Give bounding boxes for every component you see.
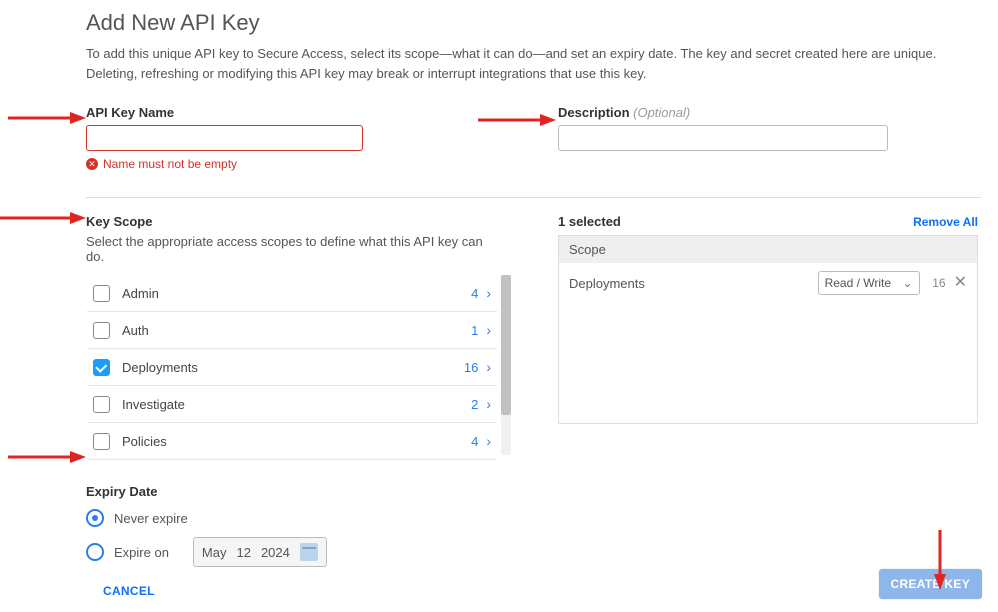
description-input[interactable] — [558, 125, 888, 151]
radio-never-expire[interactable] — [86, 509, 104, 527]
scope-label: Admin — [122, 286, 471, 301]
scope-count: 4 — [471, 434, 478, 449]
scope-label: Deployments — [122, 360, 464, 375]
permission-dropdown[interactable]: Read / Write⌄ — [818, 271, 920, 295]
scope-count: 1 — [471, 323, 478, 338]
page-intro-text: To add this unique API key to Secure Acc… — [86, 44, 981, 83]
scope-checkbox[interactable] — [93, 433, 110, 450]
chevron-right-icon: › — [486, 359, 491, 375]
expiry-date-picker[interactable]: May 12 2024 — [193, 537, 327, 567]
annotation-arrow — [8, 108, 86, 128]
scope-label: Policies — [122, 434, 471, 449]
annotation-arrow — [8, 447, 86, 467]
selected-row: Deployments Read / Write⌄ 16 ✕ — [559, 263, 977, 303]
api-key-name-label: API Key Name — [86, 105, 356, 120]
key-scope-subtitle: Select the appropriate access scopes to … — [86, 234, 498, 264]
selected-scope-name: Deployments — [569, 276, 810, 291]
scope-item-auth[interactable]: Auth1 › — [87, 312, 497, 349]
annotation-arrow — [0, 208, 86, 228]
radio-expire-on-label: Expire on — [114, 545, 169, 560]
remove-icon[interactable]: ✕ — [954, 275, 967, 291]
description-label: Description (Optional) — [558, 105, 888, 120]
scope-checkbox[interactable] — [93, 322, 110, 339]
chevron-right-icon: › — [486, 285, 491, 301]
chevron-right-icon: › — [486, 433, 491, 449]
api-key-name-input[interactable] — [86, 125, 363, 151]
selected-count-label: 1 selected — [558, 214, 621, 229]
selected-count: 16 — [928, 276, 946, 290]
scope-label: Auth — [122, 323, 471, 338]
radio-never-expire-label: Never expire — [114, 511, 188, 526]
radio-expire-on[interactable] — [86, 543, 104, 561]
scope-label: Investigate — [122, 397, 471, 412]
scope-item-admin[interactable]: Admin4 › — [87, 275, 497, 312]
scope-item-policies[interactable]: Policies4 › — [87, 423, 497, 460]
scope-item-deployments[interactable]: Deployments16 › — [87, 349, 497, 386]
scope-item-investigate[interactable]: Investigate2 › — [87, 386, 497, 423]
scope-checkbox[interactable] — [93, 359, 110, 376]
selected-column-header: Scope — [559, 236, 977, 263]
create-key-button[interactable]: CREATE KEY — [879, 569, 982, 599]
calendar-icon — [300, 543, 318, 561]
scope-checkbox[interactable] — [93, 396, 110, 413]
chevron-right-icon: › — [486, 396, 491, 412]
chevron-right-icon: › — [486, 322, 491, 338]
scope-checkbox[interactable] — [93, 285, 110, 302]
api-key-name-error: Name must not be empty — [103, 157, 237, 171]
chevron-down-icon: ⌄ — [903, 276, 913, 290]
page-title: Add New API Key — [86, 10, 981, 36]
cancel-button[interactable]: CANCEL — [103, 584, 155, 598]
scope-count: 2 — [471, 397, 478, 412]
scope-count: 16 — [464, 360, 478, 375]
error-icon: ✕ — [86, 158, 98, 170]
key-scope-title: Key Scope — [86, 214, 498, 229]
scope-count: 4 — [471, 286, 478, 301]
expiry-title: Expiry Date — [86, 484, 981, 499]
remove-all-link[interactable]: Remove All — [913, 215, 978, 229]
scope-scrollbar[interactable] — [501, 275, 511, 455]
